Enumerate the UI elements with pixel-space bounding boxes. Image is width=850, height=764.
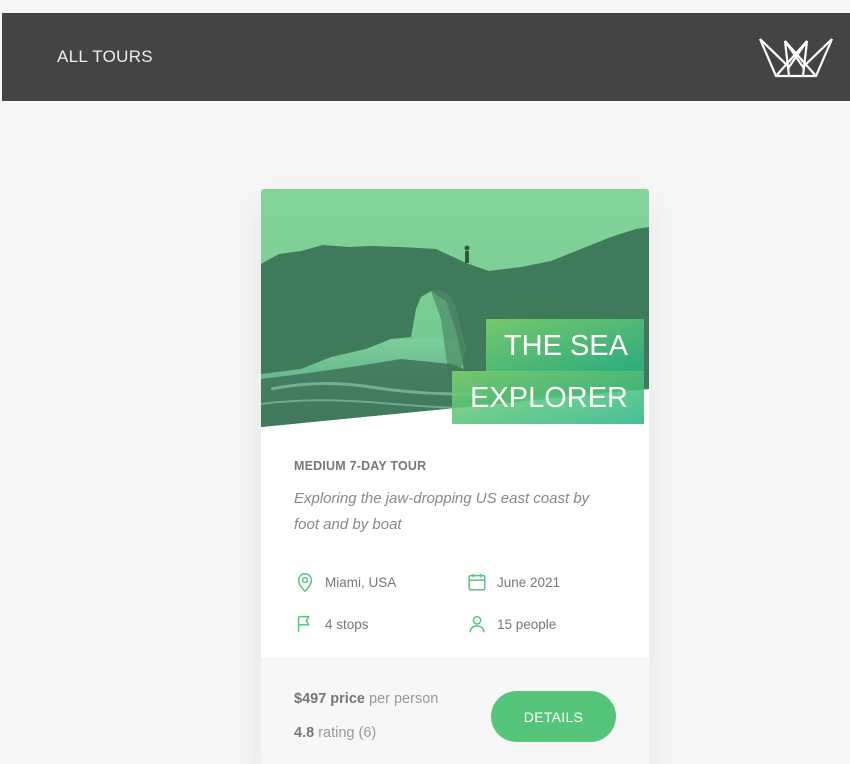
- calendar-icon: [468, 573, 486, 591]
- card-header: THE SEA EXPLORER: [261, 189, 649, 427]
- tour-location: Miami, USA: [294, 571, 466, 593]
- tour-group-size: 15 people: [466, 613, 616, 635]
- tour-location-text: Miami, USA: [325, 574, 397, 590]
- tour-title-line-2: EXPLORER: [452, 371, 644, 424]
- all-tours-link[interactable]: ALL TOURS: [57, 47, 153, 67]
- top-header: ALL TOURS: [2, 13, 850, 101]
- card-details: MEDIUM 7-DAY TOUR Exploring the jaw-drop…: [261, 427, 649, 635]
- tour-data-grid: Miami, USA June 2021 4 stops 15 people: [294, 571, 616, 635]
- user-icon: [469, 615, 485, 633]
- tour-sub-heading: MEDIUM 7-DAY TOUR: [294, 459, 427, 473]
- map-pin-icon: [297, 573, 313, 593]
- tour-summary: Exploring the jaw-dropping US east coast…: [294, 490, 590, 533]
- tour-rating-count: (6): [358, 725, 377, 741]
- card-footer: $497 price per person 4.8 rating (6) DET…: [261, 658, 649, 764]
- tour-stops: 4 stops: [294, 613, 466, 635]
- tour-date: June 2021: [466, 571, 616, 593]
- crown-logo-icon[interactable]: [758, 35, 834, 79]
- tour-rating-value: 4.8: [294, 725, 315, 741]
- tour-group-size-text: 15 people: [497, 616, 557, 632]
- details-button[interactable]: DETAILS: [491, 691, 616, 742]
- flag-icon: [297, 615, 310, 633]
- tour-price-suffix: per person: [369, 691, 439, 707]
- tour-title: THE SEA EXPLORER: [452, 319, 644, 425]
- tour-card: THE SEA EXPLORER MEDIUM 7-DAY TOUR Explo…: [261, 189, 649, 764]
- tour-price-value: $497: [294, 691, 327, 707]
- tour-price-word: price: [330, 691, 365, 707]
- tour-date-text: June 2021: [497, 574, 561, 590]
- tour-title-line-1: THE SEA: [485, 319, 644, 372]
- tour-rating-word: rating: [318, 725, 355, 741]
- tour-stops-text: 4 stops: [325, 616, 369, 632]
